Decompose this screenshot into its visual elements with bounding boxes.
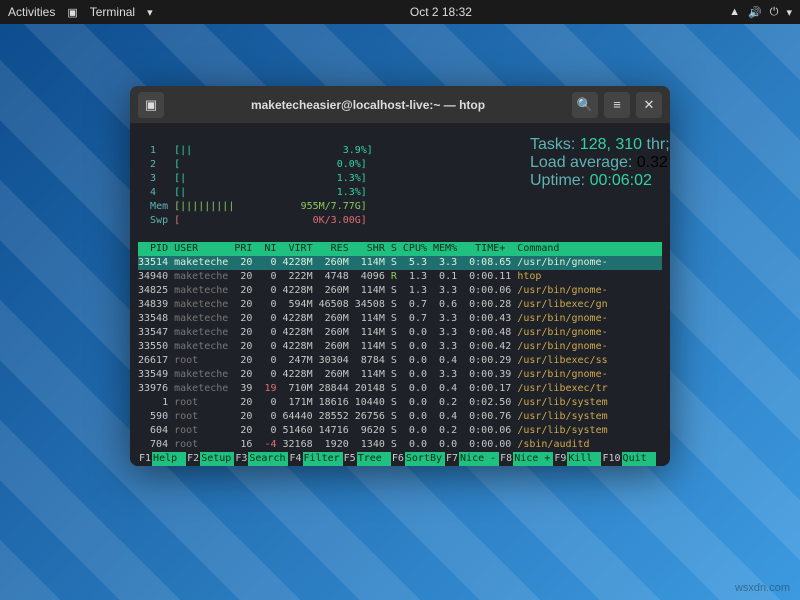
fn-f1[interactable]: F1Help [138,452,186,466]
fn-f9[interactable]: F9Kill [553,452,601,466]
process-row[interactable]: 33976 maketeche 39 19 710M 28844 20148 S… [138,382,662,396]
terminal-app-icon[interactable]: ▣ [67,6,77,19]
process-row[interactable]: 704 root 16 -4 32168 1920 1340 S 0.0 0.0… [138,438,662,452]
fn-f4[interactable]: F4Filter [288,452,342,466]
watermark: wsxdn.com [735,582,790,594]
process-row[interactable]: 1 root 20 0 171M 18616 10440 S 0.0 0.2 0… [138,396,662,410]
fn-f3[interactable]: F3Search [234,452,288,466]
process-row[interactable]: 590 root 20 0 64440 28552 26756 S 0.0 0.… [138,410,662,424]
fn-f7[interactable]: F7Nice - [445,452,499,466]
app-name[interactable]: Terminal [90,5,135,19]
process-row[interactable]: 33547 maketeche 20 0 4228M 260M 114M S 0… [138,326,662,340]
power-icon[interactable]: ⏻ [770,6,779,19]
fn-f8[interactable]: F8Nice + [499,452,553,466]
process-row[interactable]: 33549 maketeche 20 0 4228M 260M 114M S 0… [138,368,662,382]
gnome-topbar: Activities ▣ Terminal ▾ Oct 2 18:32 ▲ 🔊 … [0,0,800,24]
process-row[interactable]: 26617 root 20 0 247M 30304 8784 S 0.0 0.… [138,354,662,368]
htop-summary: Tasks: 128, 310 thr; 1 running Load aver… [530,136,670,190]
process-row[interactable]: 34839 maketeche 20 0 594M 46508 34508 S … [138,298,662,312]
chevron-down-icon[interactable]: ▾ [786,6,792,19]
htop-selected-row[interactable]: 33514 maketeche 20 0 4228M 260M 114M S 5… [138,256,662,270]
menu-button[interactable]: ≡ [604,92,630,118]
fn-f10[interactable]: F10Quit [601,452,655,466]
terminal-window: ▣ maketecheasier@localhost-live:~ — htop… [130,86,670,466]
close-button[interactable]: ✕ [636,92,662,118]
fn-f5[interactable]: F5Tree [343,452,391,466]
window-title: maketecheasier@localhost-live:~ — htop [170,98,566,112]
volume-icon[interactable]: 🔊 [748,6,762,19]
fn-f2[interactable]: F2Setup [186,452,234,466]
search-button[interactable]: 🔍 [572,92,598,118]
clock[interactable]: Oct 2 18:32 [153,5,730,19]
process-row[interactable]: 33550 maketeche 20 0 4228M 260M 114M S 0… [138,340,662,354]
process-row[interactable]: 34940 maketeche 20 0 222M 4748 4096 R 1.… [138,270,662,284]
process-row[interactable]: 33548 maketeche 20 0 4228M 260M 114M S 0… [138,312,662,326]
htop-function-keys: F1Help F2SetupF3SearchF4FilterF5Tree F6S… [138,452,662,466]
window-titlebar[interactable]: ▣ maketecheasier@localhost-live:~ — htop… [130,86,670,124]
new-tab-button[interactable]: ▣ [138,92,164,118]
process-row[interactable]: 604 root 20 0 51460 14716 9620 S 0.0 0.2… [138,424,662,438]
htop-column-header: PID USER PRI NI VIRT RES SHR S CPU% MEM%… [138,242,662,256]
fn-f6[interactable]: F6SortBy [391,452,445,466]
network-icon[interactable]: ▲ [729,6,740,18]
activities-button[interactable]: Activities [8,5,55,19]
process-row[interactable]: 34825 maketeche 20 0 4228M 260M 114M S 1… [138,284,662,298]
